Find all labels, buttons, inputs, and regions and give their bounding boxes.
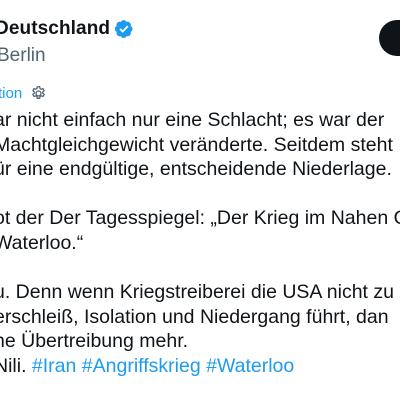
hashtag-link[interactable]: #Iran: [32, 355, 76, 377]
gear-icon[interactable]: [30, 85, 47, 102]
tweet-line: ne Übertreibung mehr.: [0, 330, 189, 353]
author-name-row[interactable]: Deutschland: [0, 18, 134, 40]
tweet-line: u. Denn wenn Kriegstreiberei die USA nic…: [0, 281, 394, 304]
tweet-line: ot der Der Tagesspiegel: „Der Krieg im N…: [0, 207, 400, 230]
hashtag-link[interactable]: #Waterloo: [206, 355, 294, 377]
translation-link[interactable]: tion: [0, 85, 22, 102]
tweet-line: Waterloo.“: [0, 231, 84, 254]
tweet-text: ar nicht einfach nur eine Schlacht; es w…: [0, 108, 400, 379]
author-display-name[interactable]: Deutschland: [0, 18, 110, 40]
tweet-hashtag-line: Nili. #Iran #Angriffskrieg #Waterloo: [0, 354, 400, 379]
tweet-header: Deutschland Berlin: [0, 0, 400, 70]
tweet-line: ar nicht einfach nur eine Schlacht; es w…: [0, 109, 385, 131]
tweet-line: Machtgleichgewicht veränderte. Seitdem s…: [0, 133, 393, 156]
tweet-line-prefix: Nili.: [0, 354, 27, 377]
author-handle[interactable]: Berlin: [0, 45, 46, 67]
hashtag-link[interactable]: #Angriffskrieg: [82, 355, 201, 377]
tweet-line: ür eine endgültige, entscheidende Nieder…: [0, 158, 392, 181]
translation-row: tion: [0, 85, 47, 102]
verified-badge-icon: [114, 20, 133, 38]
tweet-line: erschleiß, Isolation und Niedergang führ…: [0, 305, 389, 328]
follow-button[interactable]: [379, 20, 400, 56]
